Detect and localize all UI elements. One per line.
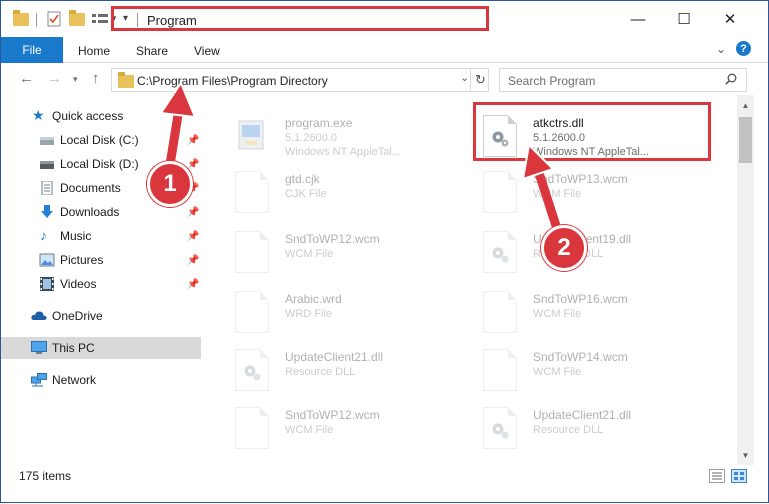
step-badge-1: 1	[147, 161, 193, 207]
annotation-arrows	[159, 80, 564, 240]
explorer-window: ▼ ▾ Program — ☐ ✕ File Home Share View ⌄…	[0, 0, 769, 503]
arrow-2-head	[521, 142, 555, 181]
arrow-1-head	[159, 80, 197, 119]
step-badge-2: 2	[541, 225, 587, 271]
